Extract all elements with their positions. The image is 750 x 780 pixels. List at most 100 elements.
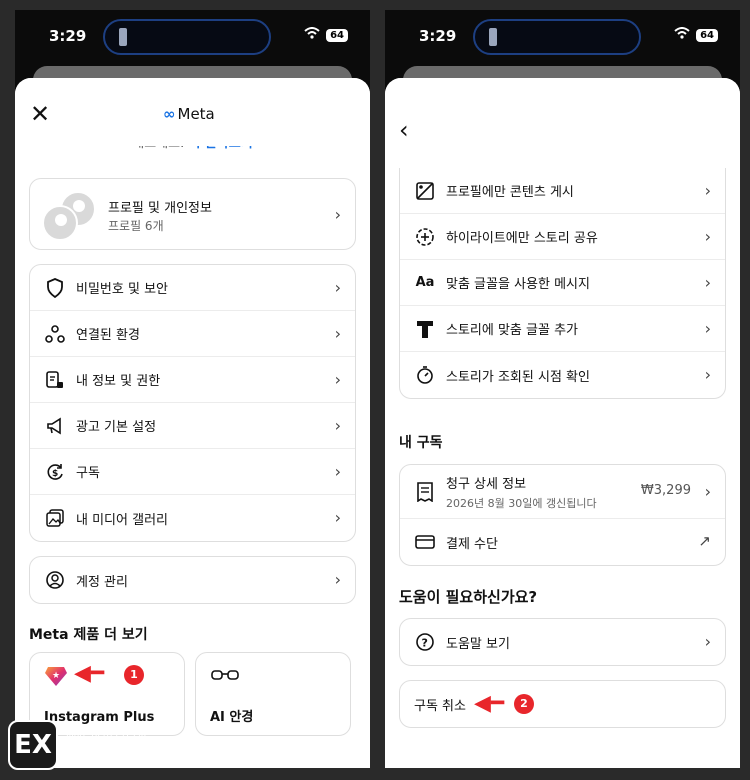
meta-logo: ∞ Meta <box>163 105 215 123</box>
left-phone-screen: 3:29 64 ✕ ∞Meta 해보세요. 더 알아보기 프로필 및 개인정보 … <box>15 10 370 768</box>
site-watermark: EX More Better IT Life 익스트림 매뉴얼 <box>6 716 246 774</box>
menu-item-label: 비밀번호 및 보안 <box>76 282 168 297</box>
chevron-right-icon: › <box>704 319 711 338</box>
chevron-right-icon: › <box>704 227 711 246</box>
chevron-right-icon: › <box>704 482 711 501</box>
watermark-site-name: 익스트림 매뉴얼 <box>66 746 202 770</box>
dynamic-island-icon <box>119 28 127 46</box>
menu-item-connected-experiences[interactable]: 연결된 환경 › <box>30 311 355 357</box>
feature-row-story-view-time[interactable]: 스토리가 조회된 시점 확인 › <box>400 352 725 398</box>
billing-title: 청구 상세 정보 <box>446 476 527 492</box>
post-icon <box>414 180 436 202</box>
feature-label: 하이라이트에만 스토리 공유 <box>446 231 598 246</box>
feature-row-custom-font-messages[interactable]: Aa 맞춤 글꼴을 사용한 메시지 › <box>400 260 725 306</box>
callout-arrow: ◀━ <box>474 691 505 716</box>
profiles-count: 프로필 6개 <box>108 219 164 233</box>
chevron-right-icon: › <box>704 273 711 292</box>
wifi-icon <box>304 27 320 43</box>
watermark-tagline: More Better IT Life <box>66 730 150 740</box>
dynamic-island <box>103 19 271 55</box>
glasses-icon <box>210 667 240 686</box>
payment-method-label: 결제 수단 <box>446 536 498 552</box>
dynamic-island <box>473 19 641 55</box>
menu-item-label: 내 미디어 갤러리 <box>76 512 168 528</box>
settings-menu-card: 비밀번호 및 보안 › 연결된 환경 › 내 정보 및 권한 › 광고 기본 설… <box>29 264 356 542</box>
help-card: ? 도움말 보기 › <box>399 618 726 666</box>
profiles-card[interactable]: 프로필 및 개인정보 프로필 6개 › <box>29 178 356 250</box>
callout-badge-2: 2 <box>514 694 534 714</box>
menu-item-subscriptions[interactable]: $ 구독 › <box>30 449 355 495</box>
font-icon: Aa <box>415 275 435 290</box>
meta-brand-label: Meta <box>177 105 215 123</box>
sheet-header: ‹ <box>385 78 740 154</box>
cancel-subscription-button[interactable]: 구독 취소 ◀━ 2 <box>399 680 726 728</box>
feature-label: 프로필에만 콘텐츠 게시 <box>446 185 574 200</box>
menu-item-ad-preferences[interactable]: 광고 기본 설정 › <box>30 403 355 449</box>
help-center-label: 도움말 보기 <box>446 636 510 652</box>
cancel-subscription-row[interactable]: 구독 취소 ◀━ 2 <box>400 681 725 727</box>
chevron-right-icon: › <box>704 181 711 200</box>
refresh-dollar-icon: $ <box>44 461 66 483</box>
subscription-sheet: ‹ 프로필에만 콘텐츠 게시 › 하이라이트에만 스토리 공유 › Aa 맞춤 … <box>385 78 740 768</box>
menu-item-password-security[interactable]: 비밀번호 및 보안 › <box>30 265 355 311</box>
svg-text:$: $ <box>52 469 58 479</box>
feature-row-profile-posts[interactable]: 프로필에만 콘텐츠 게시 › <box>400 168 725 214</box>
help-section-title: 도움이 필요하신가요? <box>399 588 538 606</box>
svg-text:?: ? <box>422 637 428 650</box>
profile-avatars <box>42 191 98 241</box>
back-arrow-icon[interactable]: ‹ <box>399 116 409 144</box>
menu-item-media-gallery[interactable]: 내 미디어 갤러리 › <box>30 495 355 541</box>
chevron-right-icon: › <box>334 278 341 297</box>
sheet-header: ✕ ∞ Meta <box>15 78 370 146</box>
accounts-center-sheet: ✕ ∞Meta 해보세요. 더 알아보기 프로필 및 개인정보 프로필 6개 ›… <box>15 78 370 768</box>
status-time: 3:29 <box>49 27 87 45</box>
battery-indicator: 64 <box>696 29 718 42</box>
status-bar: 3:29 64 <box>385 10 740 62</box>
menu-item-account-management[interactable]: 계정 관리 › <box>30 557 355 603</box>
svg-text:★: ★ <box>52 671 60 681</box>
shield-icon <box>44 277 66 299</box>
menu-item-label: 광고 기본 설정 <box>76 420 157 435</box>
question-circle-icon: ? <box>414 631 436 653</box>
right-phone-screen: 3:29 64 ‹ 프로필에만 콘텐츠 게시 › 하이라이트에만 스토리 공유 … <box>385 10 740 768</box>
billing-text: 청구 상세 정보 2026년 8월 30일에 갱신됩니다 <box>446 473 597 511</box>
receipt-icon <box>414 481 436 503</box>
help-center-row[interactable]: ? 도움말 보기 › <box>400 619 725 665</box>
menu-item-label: 연결된 환경 <box>76 328 140 343</box>
meta-infinity-icon: ∞ <box>163 105 176 123</box>
status-time: 3:29 <box>419 27 457 45</box>
text-t-icon <box>414 318 436 340</box>
close-button[interactable]: ✕ <box>29 102 51 126</box>
gallery-icon <box>44 507 66 529</box>
feature-row-highlights-story[interactable]: 하이라이트에만 스토리 공유 › <box>400 214 725 260</box>
subscription-price: ₩3,299 <box>640 483 691 498</box>
status-bar: 3:29 64 <box>15 10 370 62</box>
megaphone-icon <box>44 415 66 437</box>
chevron-right-icon: › <box>334 508 341 527</box>
cancel-subscription-label: 구독 취소 <box>414 698 466 714</box>
chevron-right-icon: › <box>334 462 341 481</box>
battery-indicator: 64 <box>326 29 348 42</box>
subscription-details-card: 청구 상세 정보 2026년 8월 30일에 갱신됩니다 ₩3,299 › 결제… <box>399 464 726 566</box>
chevron-right-icon: › <box>704 632 711 651</box>
products-section-title: Meta 제품 더 보기 <box>29 627 148 643</box>
payment-method-row[interactable]: 결제 수단 ↗ <box>400 519 725 565</box>
menu-item-label: 계정 관리 <box>76 574 128 590</box>
avatar <box>42 205 78 241</box>
feature-label: 스토리가 조회된 시점 확인 <box>446 369 590 385</box>
menu-item-label: 구독 <box>76 466 100 481</box>
my-subscription-title: 내 구독 <box>399 435 443 451</box>
menu-item-info-permissions[interactable]: 내 정보 및 권한 › <box>30 357 355 403</box>
wifi-icon <box>674 27 690 43</box>
external-link-arrow-icon: ↗ <box>698 532 711 550</box>
credit-card-icon <box>414 531 436 553</box>
person-circle-icon <box>44 569 66 591</box>
chevron-right-icon: › <box>334 324 341 343</box>
feature-row-story-custom-font[interactable]: 스토리에 맞춤 글꼴 추가 › <box>400 306 725 352</box>
stopwatch-icon <box>414 364 436 386</box>
feature-label: 맞춤 글꼴을 사용한 메시지 <box>446 277 590 292</box>
billing-details-row[interactable]: 청구 상세 정보 2026년 8월 30일에 갱신됩니다 ₩3,299 › <box>400 465 725 519</box>
callout-arrow: ◀━ <box>74 661 105 686</box>
instagram-plus-icon: ★ <box>44 665 68 691</box>
chevron-right-icon: › <box>334 370 341 389</box>
